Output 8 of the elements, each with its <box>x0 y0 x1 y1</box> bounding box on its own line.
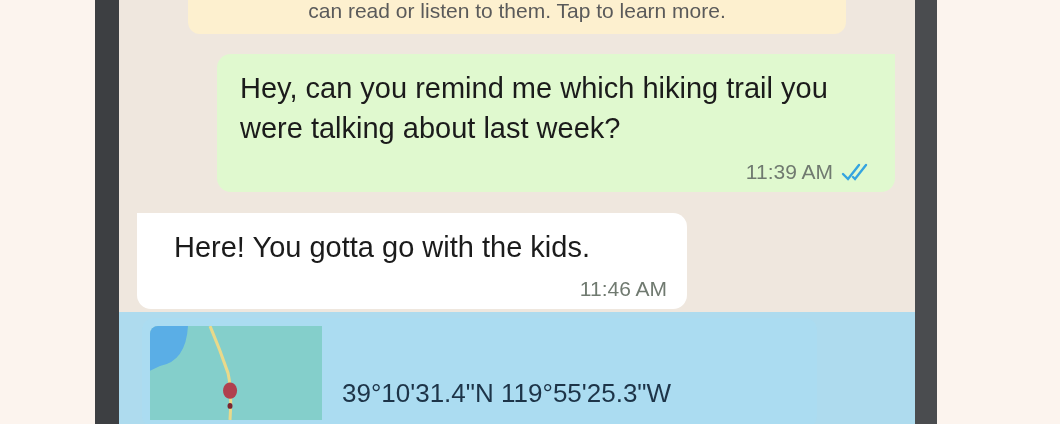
message-text: Here! You gotta go with the kids. <box>174 230 591 265</box>
message-time: 11:46 AM <box>579 277 667 301</box>
message-bubble[interactable]: Here! You gotta go with the kids. 11:46 AM <box>137 213 687 309</box>
encryption-notice[interactable]: can read or listen to them. Tap to learn more. <box>188 0 846 34</box>
message-text: Hey, can you remind me which hiking trail you were talking about last week? <box>240 71 829 146</box>
message-bubble[interactable]: Hey, can you remind me which hiking trail you were talking about last week? 11:39 AM <box>217 54 895 192</box>
location-coordinates: 39°10'31.4"N 119°55'25.3"W <box>342 378 672 410</box>
message-time: 11:39 AM <box>745 160 833 184</box>
